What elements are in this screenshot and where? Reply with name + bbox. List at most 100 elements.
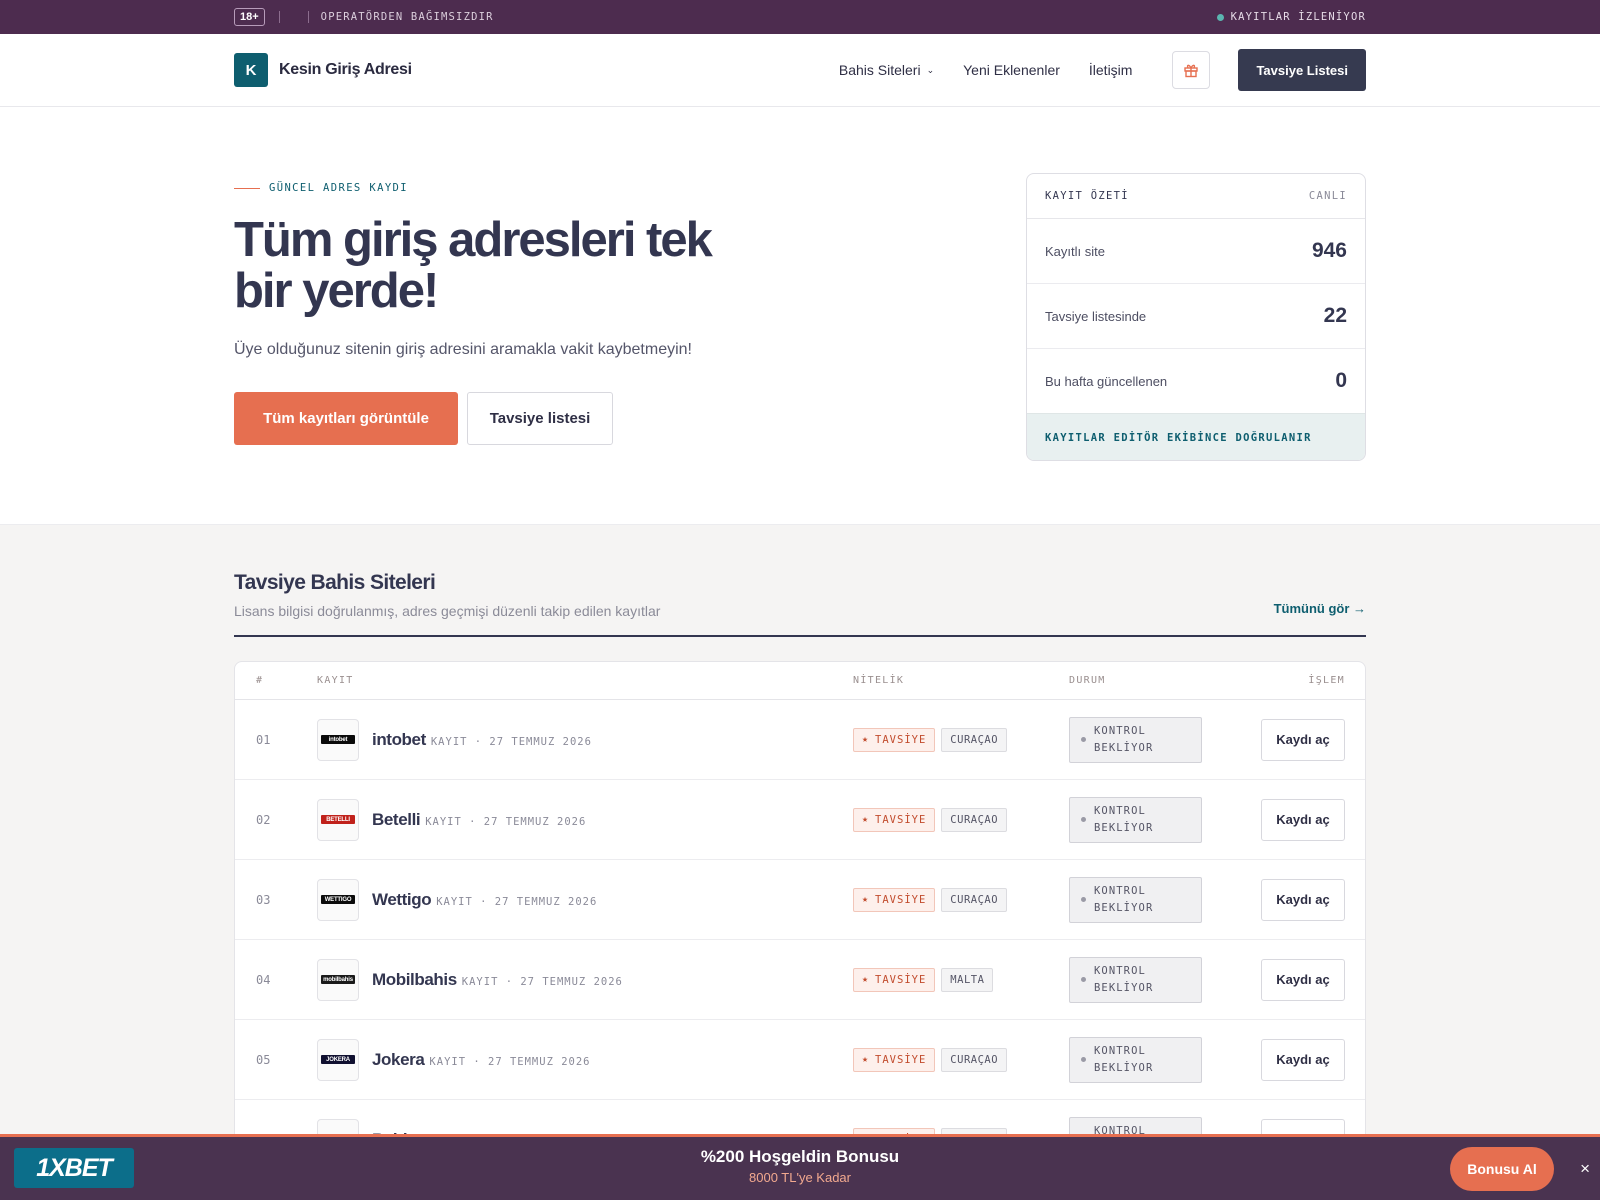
- row-attributes: ★ TAVSİYE CURAÇAO: [853, 1047, 1069, 1072]
- col-status: DURUM: [1069, 675, 1106, 686]
- open-record-button[interactable]: Kaydı aç: [1261, 1038, 1345, 1081]
- site-header: K Kesin Giriş Adresi Bahis Siteleri ⌄ Ye…: [0, 34, 1600, 107]
- status-badge: KONTROL BEKLİYOR: [1069, 796, 1202, 843]
- site-name[interactable]: Betelli: [372, 810, 421, 830]
- star-icon: ★: [862, 974, 870, 985]
- see-all-link[interactable]: Tümünü gör →: [1274, 601, 1366, 616]
- row-record: WETTIGO Wettigo KAYIT · 27 TEMMUZ 2026: [317, 878, 853, 921]
- summary-value: 946: [1311, 239, 1347, 262]
- section-divider: [234, 635, 1366, 637]
- site-logo: BETELLI: [317, 798, 359, 841]
- summary-header: KAYIT ÖZETİ CANLI: [1027, 174, 1365, 219]
- status-dot-icon: [1081, 817, 1086, 822]
- divider: [278, 11, 280, 23]
- tracking-label: KAYITLAR İZLENİYOR: [1230, 11, 1366, 23]
- section-title: Tavsiye Bahis Siteleri: [234, 571, 436, 594]
- row-attributes: ★ TAVSİYE CURAÇAO: [853, 727, 1069, 752]
- nav-betting-sites-label: Bahis Siteleri: [838, 62, 921, 78]
- section-header: Tavsiye Bahis Siteleri Lisans bilgisi do…: [234, 525, 1366, 637]
- col-record: KAYIT: [317, 675, 354, 686]
- promo-text: %200 Hoşgeldin Bonusu 8000 TL'ye Kadar: [0, 1147, 1600, 1185]
- summary-footer: KAYITLAR EDİTÖR EKİBİNCE DOĞRULANIR: [1027, 414, 1365, 460]
- status-badge: KONTROL BEKLİYOR: [1069, 956, 1202, 1003]
- recommendation-list-link[interactable]: Tavsiye listesi: [467, 392, 613, 445]
- brand-name[interactable]: Kesin Giriş Adresi: [279, 61, 412, 79]
- gift-icon: [1184, 64, 1199, 78]
- site-logo: mobilbahis: [317, 958, 359, 1001]
- row-action: Kaydı aç: [1221, 718, 1365, 761]
- record-date: KAYIT · 27 TEMMUZ 2026: [430, 735, 592, 748]
- summary-row: Bu hafta güncellenen 0: [1027, 349, 1365, 414]
- row-status: KONTROL BEKLİYOR: [1069, 716, 1221, 763]
- row-action: Kaydı aç: [1221, 1038, 1365, 1081]
- open-record-button[interactable]: Kaydı aç: [1261, 798, 1345, 841]
- tracking-status: KAYITLAR İZLENİYOR: [1216, 11, 1366, 23]
- table-row: 04 mobilbahis Mobilbahis KAYIT · 27 TEMMUZ …: [235, 940, 1365, 1020]
- site-name[interactable]: Mobilbahis: [372, 970, 457, 990]
- site-name[interactable]: Wettigo: [372, 890, 432, 910]
- table-header: # KAYIT NİTELİK DURUM İŞLEM: [235, 662, 1365, 700]
- nav-new-added[interactable]: Yeni Eklenenler: [963, 62, 1060, 78]
- recommended-badge: ★ TAVSİYE: [853, 967, 936, 992]
- independent-notice: OPERATÖRDEN BAĞIMSIZDIR: [320, 11, 494, 23]
- open-record-button[interactable]: Kaydı aç: [1261, 718, 1345, 761]
- main-nav: Bahis Siteleri ⌄ Yeni Eklenenler İletişi…: [839, 49, 1366, 91]
- chevron-down-icon: ⌄: [926, 64, 935, 75]
- close-icon[interactable]: ×: [1580, 1159, 1590, 1179]
- license-badge: CURAÇAO: [941, 807, 1008, 832]
- site-name[interactable]: intobet: [372, 730, 426, 750]
- summary-label: Bu hafta güncellenen: [1045, 373, 1168, 389]
- hero-subtitle: Üye olduğunuz sitenin giriş adresini ara…: [234, 341, 692, 358]
- summary-value: 0: [1335, 369, 1347, 392]
- summary-value: 22: [1323, 304, 1347, 327]
- recommended-badge: ★ TAVSİYE: [853, 1047, 936, 1072]
- site-logo-mark: mobilbahis: [321, 975, 355, 984]
- record-date: KAYIT · 27 TEMMUZ 2026: [436, 895, 598, 908]
- row-record: intobet intobet KAYIT · 27 TEMMUZ 2026: [317, 718, 853, 761]
- promo-title: %200 Hoşgeldin Bonusu: [700, 1147, 900, 1166]
- gift-button[interactable]: [1172, 51, 1211, 89]
- status-badge: KONTROL BEKLİYOR: [1069, 1036, 1202, 1083]
- license-badge: CURAÇAO: [941, 727, 1008, 752]
- license-badge: MALTA: [941, 967, 994, 992]
- open-record-button[interactable]: Kaydı aç: [1261, 878, 1345, 921]
- recommended-label: TAVSİYE: [875, 733, 927, 746]
- view-all-records-button[interactable]: Tüm kayıtları görüntüle: [234, 392, 458, 445]
- license-badge: CURAÇAO: [941, 1047, 1008, 1072]
- record-date: KAYIT · 27 TEMMUZ 2026: [429, 1055, 591, 1068]
- recommended-label: TAVSİYE: [875, 813, 927, 826]
- table-body: 01 intobet intobet KAYIT · 27 TEMMUZ 2026 ★ T…: [235, 700, 1365, 1180]
- star-icon: ★: [862, 1054, 870, 1065]
- logo-icon[interactable]: K: [234, 53, 268, 87]
- row-record: JOKERA Jokera KAYIT · 27 TEMMUZ 2026: [317, 1038, 853, 1081]
- site-logo: WETTIGO: [317, 878, 359, 921]
- live-label: CANLI: [1308, 190, 1347, 202]
- summary-row: Tavsiye listesinde 22: [1027, 284, 1365, 349]
- hero-eyebrow: GÜNCEL ADRES KAYDI: [234, 182, 408, 194]
- status-label: KONTROL BEKLİYOR: [1094, 1044, 1154, 1074]
- star-icon: ★: [862, 734, 870, 745]
- status-dot-icon: [1081, 897, 1086, 902]
- recommended-badge: ★ TAVSİYE: [853, 887, 936, 912]
- status-label: KONTROL BEKLİYOR: [1094, 804, 1154, 834]
- row-action: Kaydı aç: [1221, 878, 1365, 921]
- summary-row: Kayıtlı site 946: [1027, 219, 1365, 284]
- status-badge: KONTROL BEKLİYOR: [1069, 876, 1202, 923]
- status-label: KONTROL BEKLİYOR: [1094, 964, 1154, 994]
- nav-betting-sites[interactable]: Bahis Siteleri ⌄: [839, 62, 934, 78]
- star-icon: ★: [862, 814, 870, 825]
- recommendation-list-button[interactable]: Tavsiye Listesi: [1238, 49, 1366, 91]
- nav-contact[interactable]: İletişim: [1089, 62, 1133, 78]
- site-logo-mark: JOKERA: [321, 1055, 355, 1064]
- site-name[interactable]: Jokera: [372, 1050, 425, 1070]
- row-number: 05: [256, 1052, 271, 1067]
- site-logo-mark: WETTIGO: [321, 895, 355, 904]
- row-action: Kaydı aç: [1221, 798, 1365, 841]
- col-num: #: [256, 675, 264, 686]
- row-attributes: ★ TAVSİYE MALTA: [853, 967, 1069, 992]
- recommended-label: TAVSİYE: [875, 973, 927, 986]
- open-record-button[interactable]: Kaydı aç: [1261, 958, 1345, 1001]
- live-dot-icon: [1216, 13, 1224, 21]
- claim-bonus-button[interactable]: Bonusu Al: [1450, 1147, 1554, 1191]
- age-badge: 18+: [234, 8, 265, 26]
